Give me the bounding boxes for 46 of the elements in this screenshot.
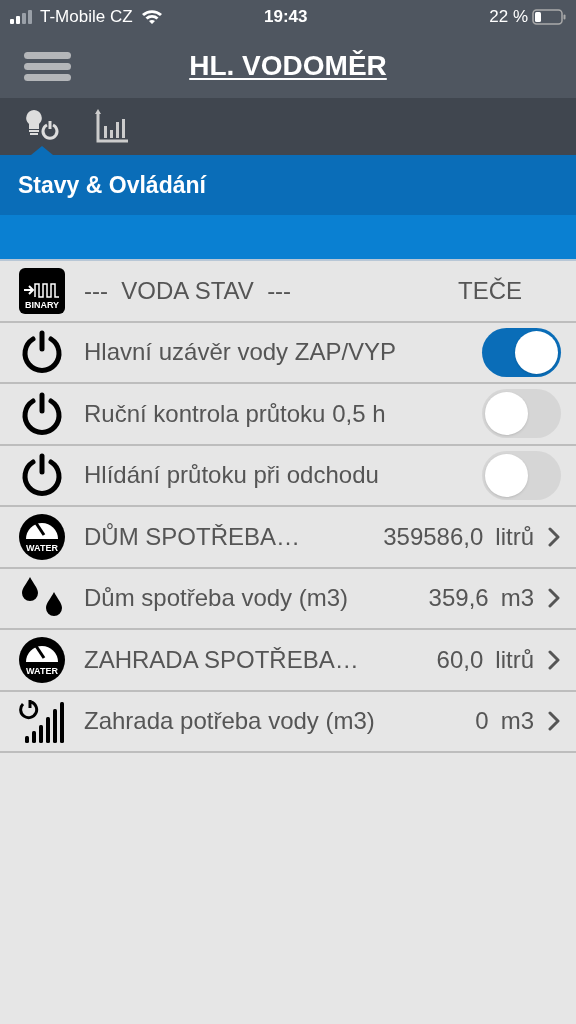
icon-label: WATER bbox=[26, 665, 58, 676]
wifi-icon bbox=[140, 9, 163, 25]
chevron-right-icon bbox=[548, 588, 560, 609]
power-icon bbox=[20, 330, 64, 375]
row-label: Dům spotřeba vody (m3) bbox=[84, 583, 349, 614]
bulb-power-icon bbox=[24, 109, 60, 141]
unit-text: litrů bbox=[495, 644, 534, 675]
page-title: HL. VODOMĚR bbox=[189, 49, 387, 83]
value-text: 359,6 bbox=[428, 583, 489, 614]
chevron-right-icon bbox=[548, 649, 560, 670]
power-signal-icon bbox=[19, 698, 65, 745]
toggle-switch[interactable] bbox=[482, 327, 561, 377]
chevron-right-icon bbox=[548, 711, 560, 732]
list-row[interactable]: Dům spotřeba vody (m3) 359,6 m3 bbox=[0, 568, 576, 630]
carrier-name: T-Mobile CZ bbox=[40, 6, 133, 29]
clock-time: 19:43 bbox=[264, 6, 308, 29]
row-label: Hlavní uzávěr vody ZAP/VYP bbox=[84, 337, 397, 368]
unit-text: litrů bbox=[495, 521, 534, 552]
menu-button[interactable] bbox=[24, 52, 71, 81]
icon-label: WATER bbox=[26, 542, 58, 553]
value-text: 60,0 bbox=[436, 644, 484, 675]
list-row[interactable]: WATER ZAHRADA SPOTŘEBA… 60,0 litrů bbox=[0, 630, 576, 692]
unit-text: m3 bbox=[500, 706, 534, 737]
toggle-switch[interactable] bbox=[482, 450, 561, 500]
row-label: Zahrada potřeba vody (m3) bbox=[84, 706, 375, 737]
row-label: Ruční kontrola průtoku 0,5 h bbox=[84, 398, 386, 429]
list-row[interactable]: Zahrada potřeba vody (m3) 0 m3 bbox=[0, 691, 576, 753]
toggle-switch[interactable] bbox=[482, 389, 561, 439]
row-label: Hlídání průtoku při odchodu bbox=[84, 460, 379, 491]
icon-label: BINARY bbox=[24, 298, 60, 311]
battery-percent: 22 % bbox=[489, 6, 528, 29]
power-icon bbox=[20, 391, 64, 436]
battery-icon bbox=[532, 9, 566, 25]
bar-chart-icon bbox=[95, 109, 129, 143]
list-row[interactable]: WATER DŮM SPOTŘEBA… 359586,0 litrů bbox=[0, 507, 576, 569]
pulse-signal-icon bbox=[23, 280, 61, 299]
power-icon bbox=[20, 453, 64, 498]
value-text: 359586,0 bbox=[383, 521, 484, 552]
section-title: Stavy & Ovládání bbox=[18, 170, 206, 200]
chevron-right-icon bbox=[548, 526, 560, 547]
row-label: ZAHRADA SPOTŘEBA… bbox=[84, 644, 359, 675]
row-label: --- VODA STAV --- bbox=[84, 275, 292, 306]
value-text: 0 bbox=[475, 706, 489, 737]
status-value: TEČE bbox=[458, 275, 522, 306]
unit-text: m3 bbox=[500, 583, 534, 614]
row-label: DŮM SPOTŘEBA… bbox=[84, 521, 301, 552]
